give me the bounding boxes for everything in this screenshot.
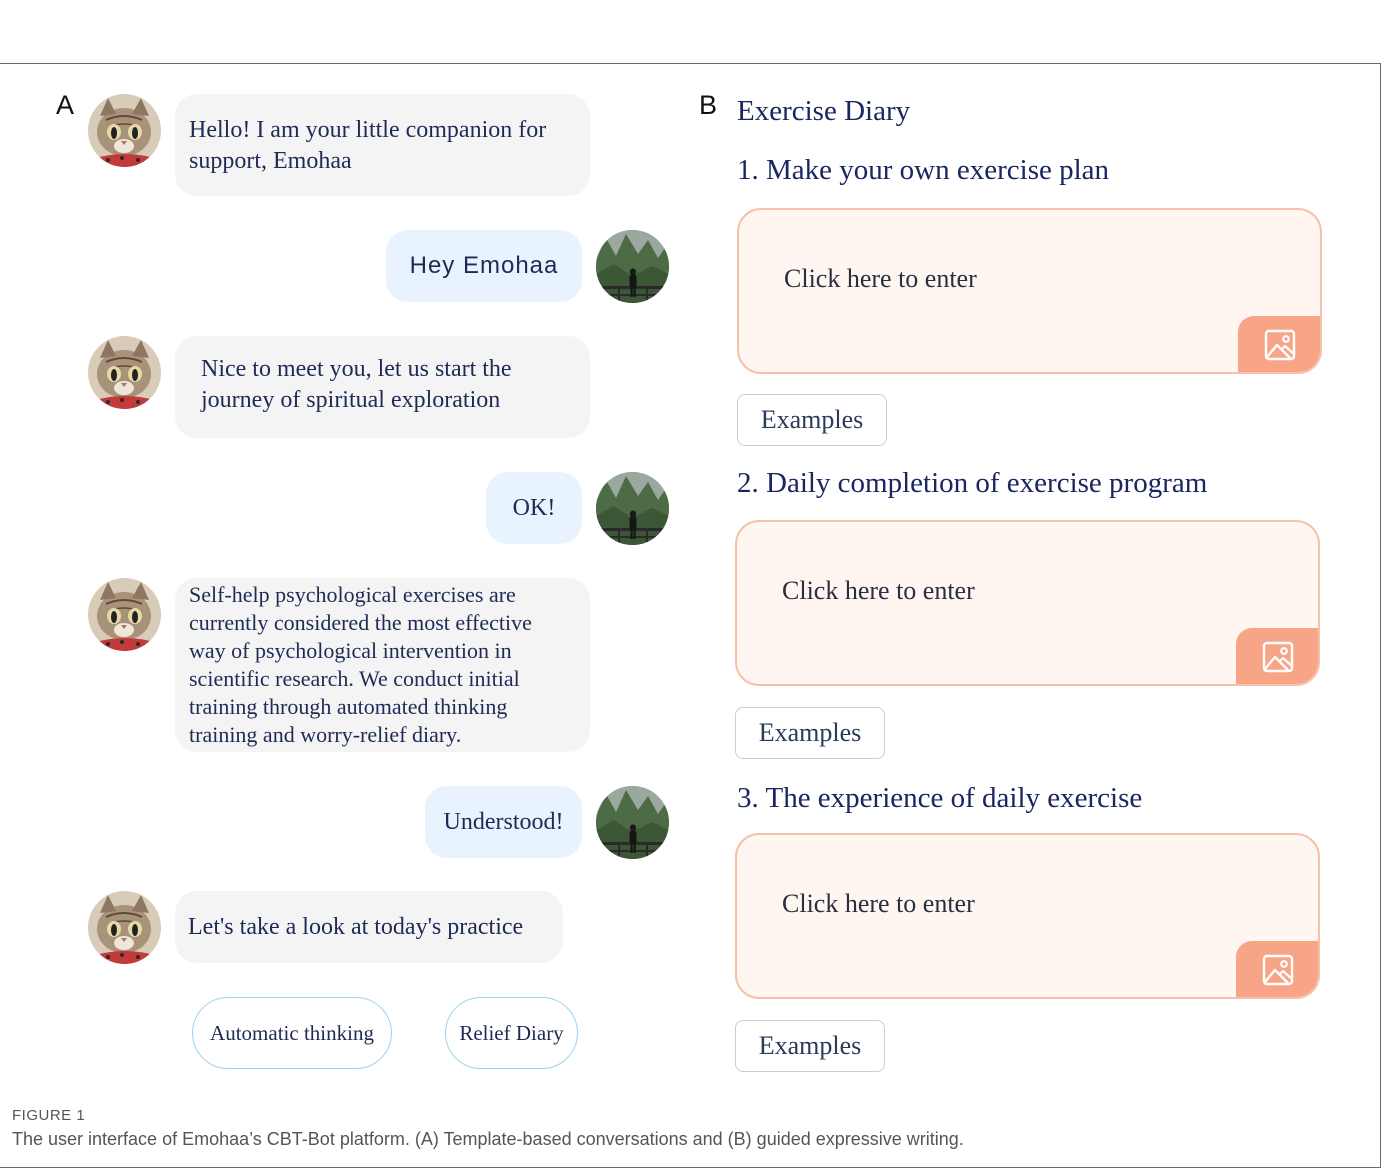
examples-button[interactable]: Examples xyxy=(737,394,887,446)
examples-button[interactable]: Examples xyxy=(735,707,885,759)
user-avatar xyxy=(596,786,669,859)
bot-message: Self-help psychological exercises are cu… xyxy=(175,578,590,752)
figure-label: FIGURE 1 xyxy=(12,1107,86,1124)
image-upload-button[interactable] xyxy=(1236,628,1318,684)
entry-field[interactable]: Click here to enter xyxy=(735,833,1320,999)
entry-placeholder: Click here to enter xyxy=(784,264,977,293)
image-upload-icon xyxy=(1261,640,1295,674)
panel-label-a: A xyxy=(56,90,75,120)
user-avatar xyxy=(596,472,669,545)
panel-label-b: B xyxy=(699,90,718,120)
image-upload-button[interactable] xyxy=(1236,941,1318,997)
user-message: OK! xyxy=(486,472,582,544)
image-upload-icon xyxy=(1263,328,1297,362)
user-message: Understood! xyxy=(425,786,582,858)
quick-reply-automatic-thinking[interactable]: Automatic thinking xyxy=(192,997,392,1069)
section-title: 2. Daily completion of exercise program xyxy=(737,467,1208,499)
entry-placeholder: Click here to enter xyxy=(782,889,975,918)
bot-avatar xyxy=(88,578,161,651)
section-title: 1. Make your own exercise plan xyxy=(737,154,1110,186)
examples-button[interactable]: Examples xyxy=(735,1020,885,1072)
bot-message: Nice to meet you, let us start the journ… xyxy=(175,336,590,438)
bot-message: Let's take a look at today's practice xyxy=(175,891,563,963)
image-upload-icon xyxy=(1261,953,1295,987)
entry-field[interactable]: Click here to enter xyxy=(737,208,1322,374)
figure-caption: The user interface of Emohaa’s CBT-Bot p… xyxy=(12,1129,964,1149)
bot-avatar xyxy=(88,891,161,964)
quick-reply-relief-diary[interactable]: Relief Diary xyxy=(445,997,578,1069)
user-message: Hey Emohaa xyxy=(386,230,582,302)
image-upload-button[interactable] xyxy=(1238,316,1320,372)
bot-avatar xyxy=(88,94,161,167)
entry-field[interactable]: Click here to enter xyxy=(735,520,1320,686)
diary-title: Exercise Diary xyxy=(737,95,911,127)
bot-avatar xyxy=(88,336,161,409)
bot-message: Hello! I am your little companion for su… xyxy=(175,94,590,196)
section-title: 3. The experience of daily exercise xyxy=(737,782,1143,814)
entry-placeholder: Click here to enter xyxy=(782,576,975,605)
user-avatar xyxy=(596,230,669,303)
